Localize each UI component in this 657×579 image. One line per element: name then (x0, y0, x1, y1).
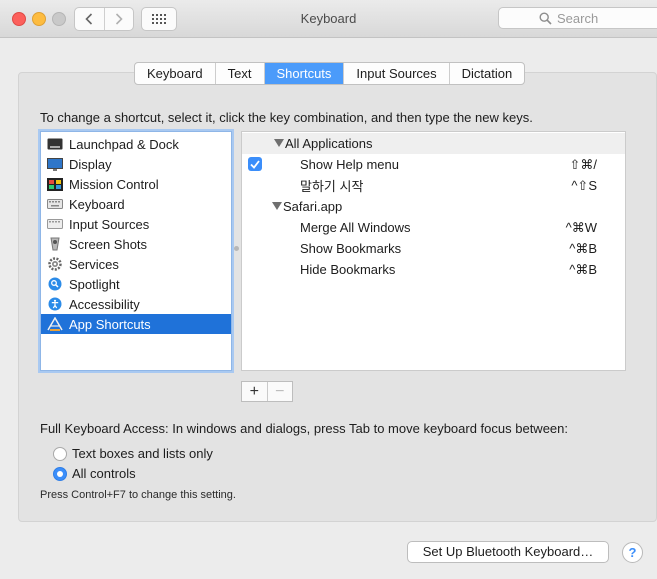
radio-button[interactable] (53, 446, 67, 461)
shortcuts-table: All Applications Show Help menu ⇧⌘/ 말하기 … (241, 131, 626, 371)
disclosure-triangle-icon[interactable] (272, 202, 282, 210)
tab-text[interactable]: Text (214, 63, 264, 84)
category-label: Display (69, 156, 112, 172)
radio-text-boxes-only[interactable]: Text boxes and lists only (53, 446, 213, 461)
search-field[interactable]: Search (498, 7, 657, 29)
search-placeholder: Search (557, 10, 599, 26)
tab-dictation[interactable]: Dictation (448, 63, 525, 84)
category-label: Services (69, 256, 119, 272)
category-item-app-shortcuts[interactable]: App Shortcuts (41, 314, 231, 334)
shortcut-row-show-bookmarks[interactable]: Show Bookmarks ^⌘B (242, 238, 625, 259)
category-item-spotlight[interactable]: Spotlight (41, 274, 231, 294)
shortcut-row-merge-all-windows[interactable]: Merge All Windows ^⌘W (242, 217, 625, 238)
group-name: All Applications (285, 136, 373, 151)
category-item-keyboard[interactable]: Keyboard (41, 194, 231, 214)
launchpad-dock-icon (47, 137, 63, 151)
shortcut-name: Merge All Windows (300, 220, 411, 235)
shortcut-row-start-speaking[interactable]: 말하기 시작 ^⇧S (242, 175, 625, 196)
category-label: Input Sources (69, 216, 150, 232)
shortcut-keys[interactable]: ^⌘B (569, 241, 597, 257)
category-item-display[interactable]: Display (41, 154, 231, 174)
category-label: Launchpad & Dock (69, 136, 179, 152)
title-bar: Keyboard Search (0, 0, 657, 38)
category-label: Mission Control (69, 176, 159, 192)
checkmark-icon (250, 159, 260, 169)
radio-button[interactable] (53, 466, 67, 481)
disclosure-triangle-icon[interactable] (274, 139, 284, 147)
services-gear-icon (47, 257, 63, 271)
shortcut-row-hide-bookmarks[interactable]: Hide Bookmarks ^⌘B (242, 259, 625, 280)
app-shortcuts-icon (47, 317, 63, 331)
category-label: Accessibility (69, 296, 140, 312)
tab-input-sources[interactable]: Input Sources (343, 63, 448, 84)
spotlight-icon (47, 277, 63, 291)
category-item-services[interactable]: Services (41, 254, 231, 274)
category-label: Screen Shots (69, 236, 148, 252)
screen-shots-icon (47, 237, 63, 251)
shortcut-row-show-help-menu[interactable]: Show Help menu ⇧⌘/ (242, 154, 625, 175)
setup-bluetooth-keyboard-button[interactable]: Set Up Bluetooth Keyboard… (407, 541, 609, 563)
instructions-text: To change a shortcut, select it, click t… (40, 110, 533, 125)
group-row-all-applications[interactable]: All Applications (242, 133, 625, 154)
shortcut-enabled-checkbox[interactable] (248, 157, 262, 171)
category-item-mission-control[interactable]: Mission Control (41, 174, 231, 194)
radio-label: Text boxes and lists only (72, 446, 213, 461)
accessibility-icon (47, 297, 63, 311)
category-item-launchpad-dock[interactable]: Launchpad & Dock (41, 134, 231, 154)
remove-shortcut-button[interactable]: − (266, 382, 293, 401)
shortcut-name: Hide Bookmarks (300, 262, 396, 277)
radio-all-controls[interactable]: All controls (53, 466, 136, 481)
full-keyboard-access-label: Full Keyboard Access: In windows and dia… (40, 421, 568, 436)
split-view-handle[interactable] (234, 246, 239, 251)
tab-shortcuts[interactable]: Shortcuts (263, 63, 344, 84)
add-remove-control: + − (241, 381, 293, 402)
keyboard-icon (47, 197, 63, 211)
search-icon (539, 12, 552, 25)
category-label: App Shortcuts (69, 316, 151, 332)
category-item-input-sources[interactable]: Input Sources (41, 214, 231, 234)
display-icon (47, 157, 63, 171)
mission-control-icon (47, 177, 63, 191)
group-row-safari[interactable]: Safari.app (242, 196, 625, 217)
shortcut-keys[interactable]: ^⌘W (566, 220, 597, 236)
shortcut-keys[interactable]: ⇧⌘/ (569, 157, 597, 173)
shortcut-name: Show Help menu (300, 157, 399, 172)
category-list: Launchpad & Dock Display Mission Control… (40, 131, 232, 371)
category-item-accessibility[interactable]: Accessibility (41, 294, 231, 314)
shortcut-keys[interactable]: ^⌘B (569, 262, 597, 278)
category-label: Keyboard (69, 196, 125, 212)
group-name: Safari.app (283, 199, 343, 214)
tab-keyboard[interactable]: Keyboard (135, 63, 215, 84)
category-label: Spotlight (69, 276, 120, 292)
help-button[interactable]: ? (622, 542, 643, 563)
add-shortcut-button[interactable]: + (242, 382, 267, 401)
shortcut-keys[interactable]: ^⇧S (571, 178, 597, 194)
shortcut-name: 말하기 시작 (300, 179, 364, 194)
shortcut-name: Show Bookmarks (300, 241, 402, 256)
category-item-screen-shots[interactable]: Screen Shots (41, 234, 231, 254)
tab-bar: Keyboard Text Shortcuts Input Sources Di… (134, 62, 526, 85)
input-sources-icon (47, 217, 63, 231)
keyboard-access-hint: Press Control+F7 to change this setting. (40, 489, 236, 501)
radio-label: All controls (72, 466, 136, 481)
